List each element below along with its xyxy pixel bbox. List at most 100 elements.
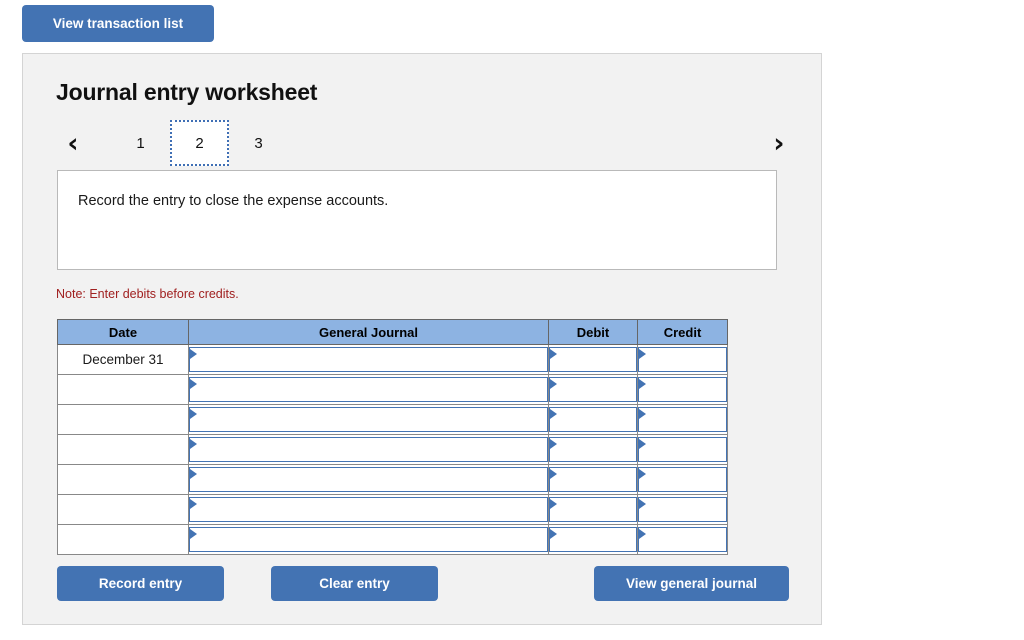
journal-entry-worksheet-panel: Journal entry worksheet ‹ 1 2 3 › Record…: [22, 53, 822, 625]
journal-description-field[interactable]: [189, 497, 548, 522]
dropdown-triangle-icon[interactable]: [190, 439, 197, 449]
dropdown-triangle-icon[interactable]: [550, 379, 557, 389]
dropdown-triangle-icon[interactable]: [639, 409, 646, 419]
column-header-debit: Debit: [548, 319, 638, 345]
dropdown-triangle-icon[interactable]: [639, 469, 646, 479]
journal-date-cell[interactable]: [57, 404, 189, 435]
credit-amount-field-cell: [637, 344, 728, 375]
journal-date-cell[interactable]: [57, 374, 189, 405]
dropdown-triangle-icon[interactable]: [639, 379, 646, 389]
credit-amount-field-cell: [637, 434, 728, 465]
debit-amount-field[interactable]: [549, 497, 637, 522]
table-header-row: Date General Journal Debit Credit: [57, 319, 728, 345]
clear-entry-button[interactable]: Clear entry: [271, 566, 438, 601]
journal-description-field[interactable]: [189, 407, 548, 432]
dropdown-triangle-icon[interactable]: [190, 409, 197, 419]
journal-date-cell[interactable]: [57, 494, 189, 525]
dropdown-triangle-icon[interactable]: [190, 529, 197, 539]
credit-amount-field-cell: [637, 494, 728, 525]
dropdown-triangle-icon[interactable]: [639, 499, 646, 509]
table-row: [57, 434, 728, 465]
instruction-text: Record the entry to close the expense ac…: [78, 193, 389, 209]
dropdown-triangle-icon[interactable]: [190, 469, 197, 479]
dropdown-triangle-icon[interactable]: [639, 349, 646, 359]
journal-description-field-cell: [188, 374, 549, 405]
journal-description-field-cell: [188, 404, 549, 435]
credit-amount-field-cell: [637, 464, 728, 495]
debit-amount-field-cell: [548, 344, 638, 375]
dropdown-triangle-icon[interactable]: [550, 469, 557, 479]
credit-amount-field[interactable]: [638, 377, 727, 402]
debit-amount-field-cell: [548, 404, 638, 435]
record-entry-button[interactable]: Record entry: [57, 566, 224, 601]
column-header-credit: Credit: [637, 319, 728, 345]
dropdown-triangle-icon[interactable]: [550, 409, 557, 419]
dropdown-triangle-icon[interactable]: [550, 529, 557, 539]
journal-date-cell[interactable]: [57, 524, 189, 555]
table-row: [57, 494, 728, 525]
pagination-tab-2[interactable]: 2: [170, 120, 229, 166]
dropdown-triangle-icon[interactable]: [550, 439, 557, 449]
journal-description-field-cell: [188, 464, 549, 495]
journal-description-field[interactable]: [189, 377, 548, 402]
credit-amount-field[interactable]: [638, 467, 727, 492]
credit-amount-field-cell: [637, 374, 728, 405]
table-row: December 31: [57, 344, 728, 375]
chevron-right-icon[interactable]: ›: [762, 120, 796, 166]
debit-amount-field[interactable]: [549, 467, 637, 492]
journal-description-field[interactable]: [189, 467, 548, 492]
dropdown-triangle-icon[interactable]: [639, 529, 646, 539]
column-header-date: Date: [57, 319, 189, 345]
debit-amount-field[interactable]: [549, 437, 637, 462]
credit-amount-field[interactable]: [638, 347, 727, 372]
journal-date-cell[interactable]: [57, 464, 189, 495]
dropdown-triangle-icon[interactable]: [550, 349, 557, 359]
table-row: [57, 404, 728, 435]
pagination-tab-3[interactable]: 3: [229, 120, 288, 166]
debit-amount-field[interactable]: [549, 347, 637, 372]
journal-date-cell[interactable]: December 31: [57, 344, 189, 375]
debit-amount-field[interactable]: [549, 407, 637, 432]
worksheet-pagination: ‹ 1 2 3 ›: [56, 120, 796, 170]
journal-description-field[interactable]: [189, 347, 548, 372]
credit-amount-field[interactable]: [638, 497, 727, 522]
view-transaction-list-button[interactable]: View transaction list: [22, 5, 214, 42]
debit-amount-field-cell: [548, 524, 638, 555]
journal-date-cell[interactable]: [57, 434, 189, 465]
journal-description-field-cell: [188, 494, 549, 525]
debit-amount-field[interactable]: [549, 527, 637, 552]
column-header-general-journal: General Journal: [188, 319, 549, 345]
table-row: [57, 464, 728, 495]
journal-description-field[interactable]: [189, 437, 548, 462]
dropdown-triangle-icon[interactable]: [550, 499, 557, 509]
journal-table-body: December 31: [57, 344, 728, 555]
dropdown-triangle-icon[interactable]: [190, 379, 197, 389]
instruction-box: Record the entry to close the expense ac…: [57, 170, 777, 270]
credit-amount-field-cell: [637, 524, 728, 555]
credit-amount-field[interactable]: [638, 437, 727, 462]
journal-description-field-cell: [188, 344, 549, 375]
dropdown-triangle-icon[interactable]: [190, 349, 197, 359]
journal-description-field-cell: [188, 524, 549, 555]
journal-description-field[interactable]: [189, 527, 548, 552]
table-row: [57, 374, 728, 405]
credit-amount-field[interactable]: [638, 527, 727, 552]
debits-before-credits-note: Note: Enter debits before credits.: [56, 287, 239, 301]
table-row: [57, 524, 728, 555]
debit-amount-field-cell: [548, 464, 638, 495]
journal-description-field-cell: [188, 434, 549, 465]
debit-amount-field-cell: [548, 374, 638, 405]
journal-entry-table: Date General Journal Debit Credit Decemb…: [57, 319, 728, 555]
dropdown-triangle-icon[interactable]: [190, 499, 197, 509]
page-title: Journal entry worksheet: [56, 79, 318, 105]
view-general-journal-button[interactable]: View general journal: [594, 566, 789, 601]
credit-amount-field[interactable]: [638, 407, 727, 432]
debit-amount-field-cell: [548, 434, 638, 465]
pagination-tab-list: 1 2 3: [111, 120, 288, 166]
dropdown-triangle-icon[interactable]: [639, 439, 646, 449]
pagination-tab-1[interactable]: 1: [111, 120, 170, 166]
debit-amount-field-cell: [548, 494, 638, 525]
credit-amount-field-cell: [637, 404, 728, 435]
chevron-left-icon[interactable]: ‹: [56, 120, 90, 166]
debit-amount-field[interactable]: [549, 377, 637, 402]
